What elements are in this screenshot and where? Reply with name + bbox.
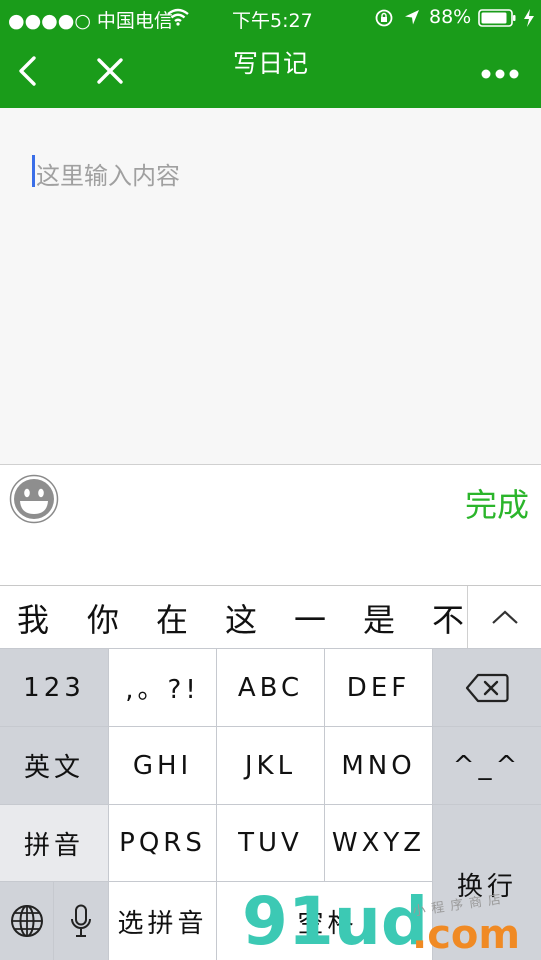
key-select-pinyin[interactable]: 选拼音 bbox=[109, 882, 216, 960]
battery-percent: 88% bbox=[429, 6, 472, 28]
text-caret bbox=[32, 155, 35, 187]
microphone-icon bbox=[71, 904, 91, 937]
page-title: 写日记 bbox=[232, 49, 308, 78]
candidate-word[interactable]: 你 bbox=[87, 595, 119, 641]
key-english[interactable]: 英文 bbox=[0, 727, 108, 804]
battery-icon bbox=[478, 8, 518, 32]
charging-icon bbox=[523, 8, 535, 32]
candidate-word[interactable]: 是 bbox=[363, 595, 395, 641]
candidate-word[interactable]: 一 bbox=[294, 595, 326, 641]
watermark-logo: 91ud bbox=[242, 883, 429, 960]
rotation-lock-icon bbox=[374, 9, 394, 31]
key-jkl[interactable]: JKL bbox=[217, 727, 324, 804]
editor-placeholder: 这里输入内容 bbox=[36, 162, 180, 190]
key-123[interactable]: 123 bbox=[0, 649, 108, 726]
done-button[interactable]: 完成 bbox=[465, 480, 529, 526]
more-button[interactable] bbox=[480, 65, 520, 84]
watermark-domain: .com bbox=[412, 912, 521, 958]
key-mno[interactable]: MNO bbox=[325, 727, 432, 804]
key-wxyz[interactable]: WXYZ bbox=[325, 805, 432, 881]
dictation-key[interactable] bbox=[54, 882, 108, 960]
key-tuv[interactable]: TUV bbox=[217, 805, 324, 881]
key-def[interactable]: DEF bbox=[325, 649, 432, 726]
candidate-word[interactable]: 我 bbox=[17, 595, 49, 641]
carrier-label: ●●●●○ 中国电信 bbox=[8, 10, 173, 32]
candidate-word[interactable]: 不 bbox=[432, 595, 464, 641]
key-abc[interactable]: ABC bbox=[217, 649, 324, 726]
location-icon bbox=[404, 9, 420, 30]
key-ghi[interactable]: GHI bbox=[109, 727, 216, 804]
candidate-word[interactable]: 在 bbox=[156, 595, 188, 641]
globe-key[interactable] bbox=[0, 882, 53, 960]
globe-icon bbox=[10, 905, 43, 937]
nav-bar: ●●●●○ 中国电信 下午5:27 88% 写日记 bbox=[0, 0, 541, 108]
key-punctuation[interactable]: ,。?! bbox=[109, 649, 216, 726]
keyboard-accessory-area bbox=[0, 533, 541, 585]
backspace-icon bbox=[465, 673, 509, 702]
input-toolbar bbox=[0, 464, 541, 534]
status-time: 下午5:27 bbox=[232, 10, 313, 32]
chevron-up-icon bbox=[492, 610, 518, 624]
wifi-icon bbox=[166, 8, 190, 30]
emoji-button[interactable] bbox=[9, 474, 59, 528]
delete-key[interactable] bbox=[433, 649, 541, 726]
key-emoticon[interactable]: ^_^ bbox=[433, 727, 541, 804]
key-pqrs[interactable]: PQRS bbox=[109, 805, 216, 881]
key-pinyin[interactable]: 拼音 bbox=[0, 805, 108, 881]
expand-candidates-button[interactable] bbox=[467, 586, 541, 648]
candidate-word[interactable]: 这 bbox=[225, 595, 257, 641]
